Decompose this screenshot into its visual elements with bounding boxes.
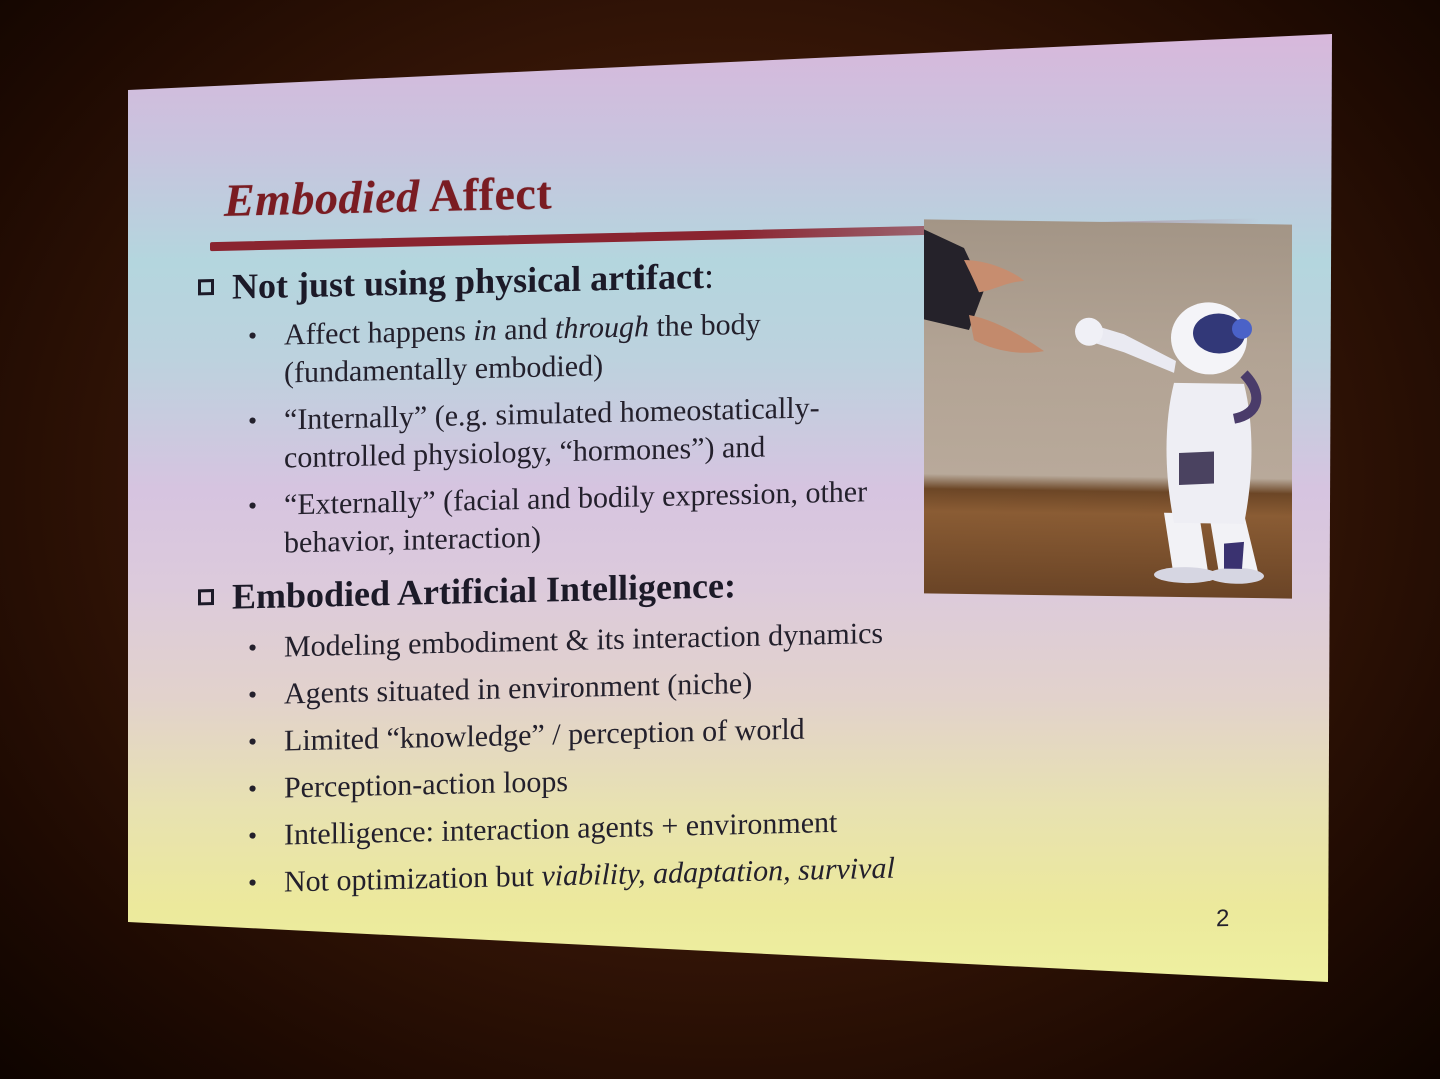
section-heading-physical-artifact: Not just using physical artifact: — [198, 255, 714, 309]
bullet-item: Affect happens in and through the body (… — [248, 302, 924, 393]
checkbox-bullet-icon — [198, 589, 214, 606]
bullet-item: “Externally” (facial and bodily expressi… — [248, 471, 944, 563]
slide-title: Embodied Affect — [224, 166, 552, 226]
checkbox-bullet-icon — [198, 279, 214, 296]
section-heading-embodied-ai: Embodied Artificial Intelligence: — [198, 564, 736, 618]
bullet-item: Limited “knowledge” / perception of worl… — [248, 709, 895, 762]
section1-bullet-list: Affect happens in and through the body (… — [248, 301, 944, 572]
section-heading-text: Not just using physical artifact — [232, 255, 705, 307]
slide-title-rest: Affect — [429, 167, 553, 222]
bullet-item: “Internally” (e.g. simulated homeostatic… — [248, 388, 884, 478]
section-heading-colon: : — [704, 255, 715, 296]
section2-bullet-list: Modeling embodiment & its interaction dy… — [248, 615, 895, 912]
bullet-item: Not optimization but viability, adaptati… — [248, 850, 895, 903]
bullet-item: Agents situated in environment (niche) — [248, 662, 895, 715]
slide-title-italic: Embodied — [224, 170, 420, 226]
section-heading-text: Embodied Artificial Intelligence: — [232, 565, 736, 617]
robot-illustration-icon — [924, 229, 1264, 584]
bullet-item: Modeling embodiment & its interaction dy… — [248, 615, 895, 668]
bullet-item: Intelligence: interaction agents + envir… — [248, 803, 895, 856]
page-number: 2 — [1216, 905, 1230, 933]
bullet-item: Perception-action loops — [248, 756, 895, 809]
robot-photo — [924, 219, 1292, 599]
